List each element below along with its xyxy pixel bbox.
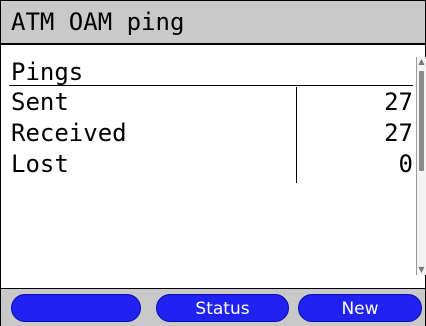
scroll-up-arrow-icon[interactable]: ▲ <box>417 57 426 67</box>
section-title-pings: Pings <box>11 58 84 86</box>
vertical-scrollbar[interactable]: ▲ ▼ <box>416 57 426 275</box>
row-sent: Sent 27 <box>11 87 413 119</box>
row-value: 0 <box>398 150 413 178</box>
scrollbar-thumb[interactable] <box>419 71 424 171</box>
section-divider <box>9 85 413 86</box>
scroll-down-arrow-icon[interactable]: ▼ <box>417 265 426 275</box>
row-label: Received <box>11 119 127 147</box>
row-label: Lost <box>11 150 69 178</box>
row-lost: Lost 0 <box>11 149 413 181</box>
row-value: 27 <box>384 88 413 116</box>
row-value: 27 <box>384 119 413 147</box>
softkey-left-button[interactable] <box>11 294 141 322</box>
screen-frame: ATM OAM ping Pings Sent 27 Received 27 L… <box>0 0 426 326</box>
column-divider <box>296 87 297 183</box>
row-label: Sent <box>11 88 69 116</box>
row-received: Received 27 <box>11 118 413 150</box>
new-button[interactable]: New <box>298 294 422 322</box>
title-bar: ATM OAM ping <box>1 1 425 45</box>
screen-title: ATM OAM ping <box>11 8 185 36</box>
status-button[interactable]: Status <box>156 294 289 322</box>
